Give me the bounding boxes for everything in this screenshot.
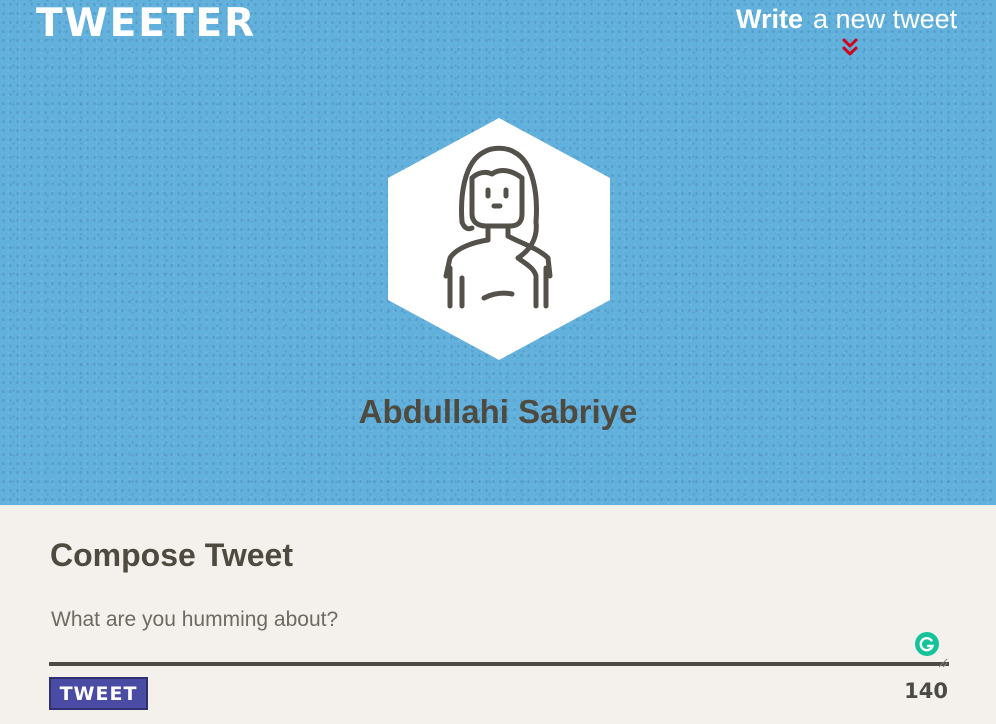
double-chevron-down-icon[interactable] [842,38,858,58]
compose-toggle-button[interactable]: Write a new tweet [736,2,968,60]
compose-toggle-rest[interactable]: a new tweet [813,4,957,34]
avatar-hexagon [388,118,610,360]
page: TWEETER Write a new tweet Abdullahi Sabr… [0,0,996,724]
char-counter: 140 [904,679,948,703]
tweet-button[interactable]: TWEET [49,677,148,710]
avatar [388,118,610,360]
compose-title: Compose Tweet [50,537,293,573]
resize-handle-icon[interactable] [938,655,948,668]
compose-section: Compose Tweet TWEET 140 [0,505,996,724]
tweet-input[interactable] [49,604,949,666]
brand-logo[interactable]: TWEETER [36,2,256,46]
user-name: Abdullahi Sabriye [358,393,638,430]
grammarly-icon[interactable] [915,632,939,656]
profile-header: TWEETER Write a new tweet Abdullahi Sabr… [0,0,996,505]
compose-toggle-strong[interactable]: Write [736,4,803,34]
compose-toggle-label[interactable]: Write a new tweet [736,2,957,36]
